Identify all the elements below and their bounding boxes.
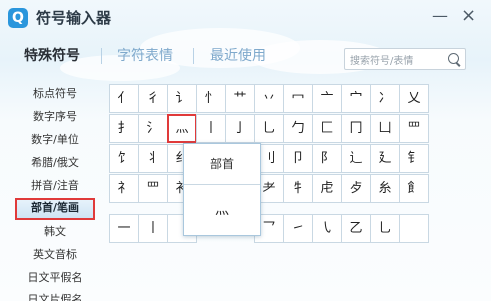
symbol-cell[interactable]: ㇀ — [283, 214, 313, 243]
symbol-cell[interactable]: 辶 — [341, 144, 371, 173]
close-button[interactable]: × — [461, 5, 476, 26]
symbol-cell[interactable]: 卩 — [283, 144, 313, 173]
symbol-cell-selected[interactable]: 灬 — [167, 114, 197, 143]
minimize-button[interactable]: — — [432, 6, 448, 25]
sidebar-item-greek-russian[interactable]: 希腊/俄文 — [15, 153, 95, 173]
title-bar[interactable]: Q 符号输入器 — × — [0, 0, 491, 36]
sidebar-item-english-phonetic[interactable]: 英文音标 — [15, 245, 95, 265]
symbol-cell[interactable]: 冫 — [370, 84, 400, 113]
search-box[interactable]: 搜索符号/表情 — [344, 48, 466, 70]
symbol-cell[interactable]: 虍 — [312, 174, 342, 203]
symbol-cell[interactable]: 彳 — [138, 84, 168, 113]
symbol-cell[interactable]: 乚 — [370, 214, 400, 243]
symbol-cell[interactable]: 凵 — [370, 114, 400, 143]
symbol-cell[interactable]: 罒 — [138, 174, 168, 203]
symbol-cell[interactable]: 宀 — [341, 84, 371, 113]
symbol-cell[interactable]: 亻 — [109, 84, 139, 113]
symbol-cell[interactable]: 扌 — [109, 114, 139, 143]
symbol-cell[interactable]: 饣 — [109, 144, 139, 173]
symbol-cell[interactable]: 冖 — [283, 84, 313, 113]
sidebar-item-number-series[interactable]: 数字序号 — [15, 107, 95, 127]
symbol-cell[interactable]: 乂 — [399, 84, 429, 113]
app-logo-icon: Q — [8, 8, 28, 28]
symbol-cell[interactable]: 匚 — [312, 114, 342, 143]
symbol-cell[interactable]: 丬 — [138, 144, 168, 173]
symbol-cell[interactable]: 罒 — [399, 114, 429, 143]
symbol-cell[interactable]: 廴 — [370, 144, 400, 173]
popup-category-label: 部首 — [184, 144, 260, 185]
symbol-cell[interactable]: 勹 — [283, 114, 313, 143]
symbol-cell[interactable]: 亠 — [312, 84, 342, 113]
sidebar-item-korean[interactable]: 韩文 — [15, 222, 95, 242]
symbol-cell[interactable] — [399, 214, 429, 243]
sidebar-item-number-unit[interactable]: 数字/单位 — [15, 130, 95, 150]
symbol-cell[interactable]: 糸 — [370, 174, 400, 203]
sidebar-item-katakana[interactable]: 日文片假名 — [15, 290, 95, 301]
symbol-cell[interactable]: 氵 — [138, 114, 168, 143]
symbol-cell[interactable]: 乙 — [341, 214, 371, 243]
symbol-cell[interactable]: ㇂ — [312, 214, 342, 243]
symbol-cell[interactable]: 钅 — [399, 144, 429, 173]
symbol-cell[interactable]: 冂 — [341, 114, 371, 143]
tab-special-symbols[interactable]: 特殊符号 — [24, 45, 80, 65]
search-icon[interactable] — [448, 53, 459, 64]
tab-recently-used[interactable]: 最近使用 — [210, 45, 266, 65]
sidebar-item-hiragana[interactable]: 日文平假名 — [15, 268, 95, 288]
sidebar-item-pinyin-zhuyin[interactable]: 拼音/注音 — [15, 176, 95, 196]
window-title: 符号输入器 — [36, 9, 112, 27]
symbol-cell[interactable]: 乚 — [254, 114, 284, 143]
symbol-cell[interactable]: 丷 — [254, 84, 284, 113]
symbol-cell[interactable]: 礻 — [109, 174, 139, 203]
symbol-cell[interactable]: 阝 — [312, 144, 342, 173]
symbol-input-window: Q 符号输入器 — × 特殊符号 字符表情 最近使用 搜索符号/表情 标点符号 … — [0, 0, 491, 301]
symbol-cell[interactable]: 歺 — [341, 174, 371, 203]
symbol-cell[interactable]: 讠 — [167, 84, 197, 113]
symbol-cell[interactable]: 忄 — [196, 84, 226, 113]
symbol-cell[interactable]: 飠 — [399, 174, 429, 203]
symbol-cell[interactable]: 丨 — [138, 214, 168, 243]
search-input[interactable]: 搜索符号/表情 — [350, 52, 413, 67]
symbol-cell[interactable]: 牜 — [283, 174, 313, 203]
symbol-preview-popup: 部首 灬 — [183, 143, 261, 236]
tab-character-emoticons[interactable]: 字符表情 — [117, 45, 173, 65]
symbol-cell[interactable]: 一 — [109, 214, 139, 243]
sidebar-item-punctuation[interactable]: 标点符号 — [15, 84, 95, 104]
tab-divider — [193, 48, 194, 64]
symbol-cell[interactable]: 艹 — [225, 84, 255, 113]
sidebar-item-radicals-strokes[interactable]: 部首/笔画 — [15, 198, 95, 220]
popup-glyph-preview[interactable]: 灬 — [184, 185, 260, 235]
tab-divider — [101, 48, 102, 64]
symbol-cell[interactable]: 丨 — [196, 114, 226, 143]
symbol-cell[interactable]: 亅 — [225, 114, 255, 143]
